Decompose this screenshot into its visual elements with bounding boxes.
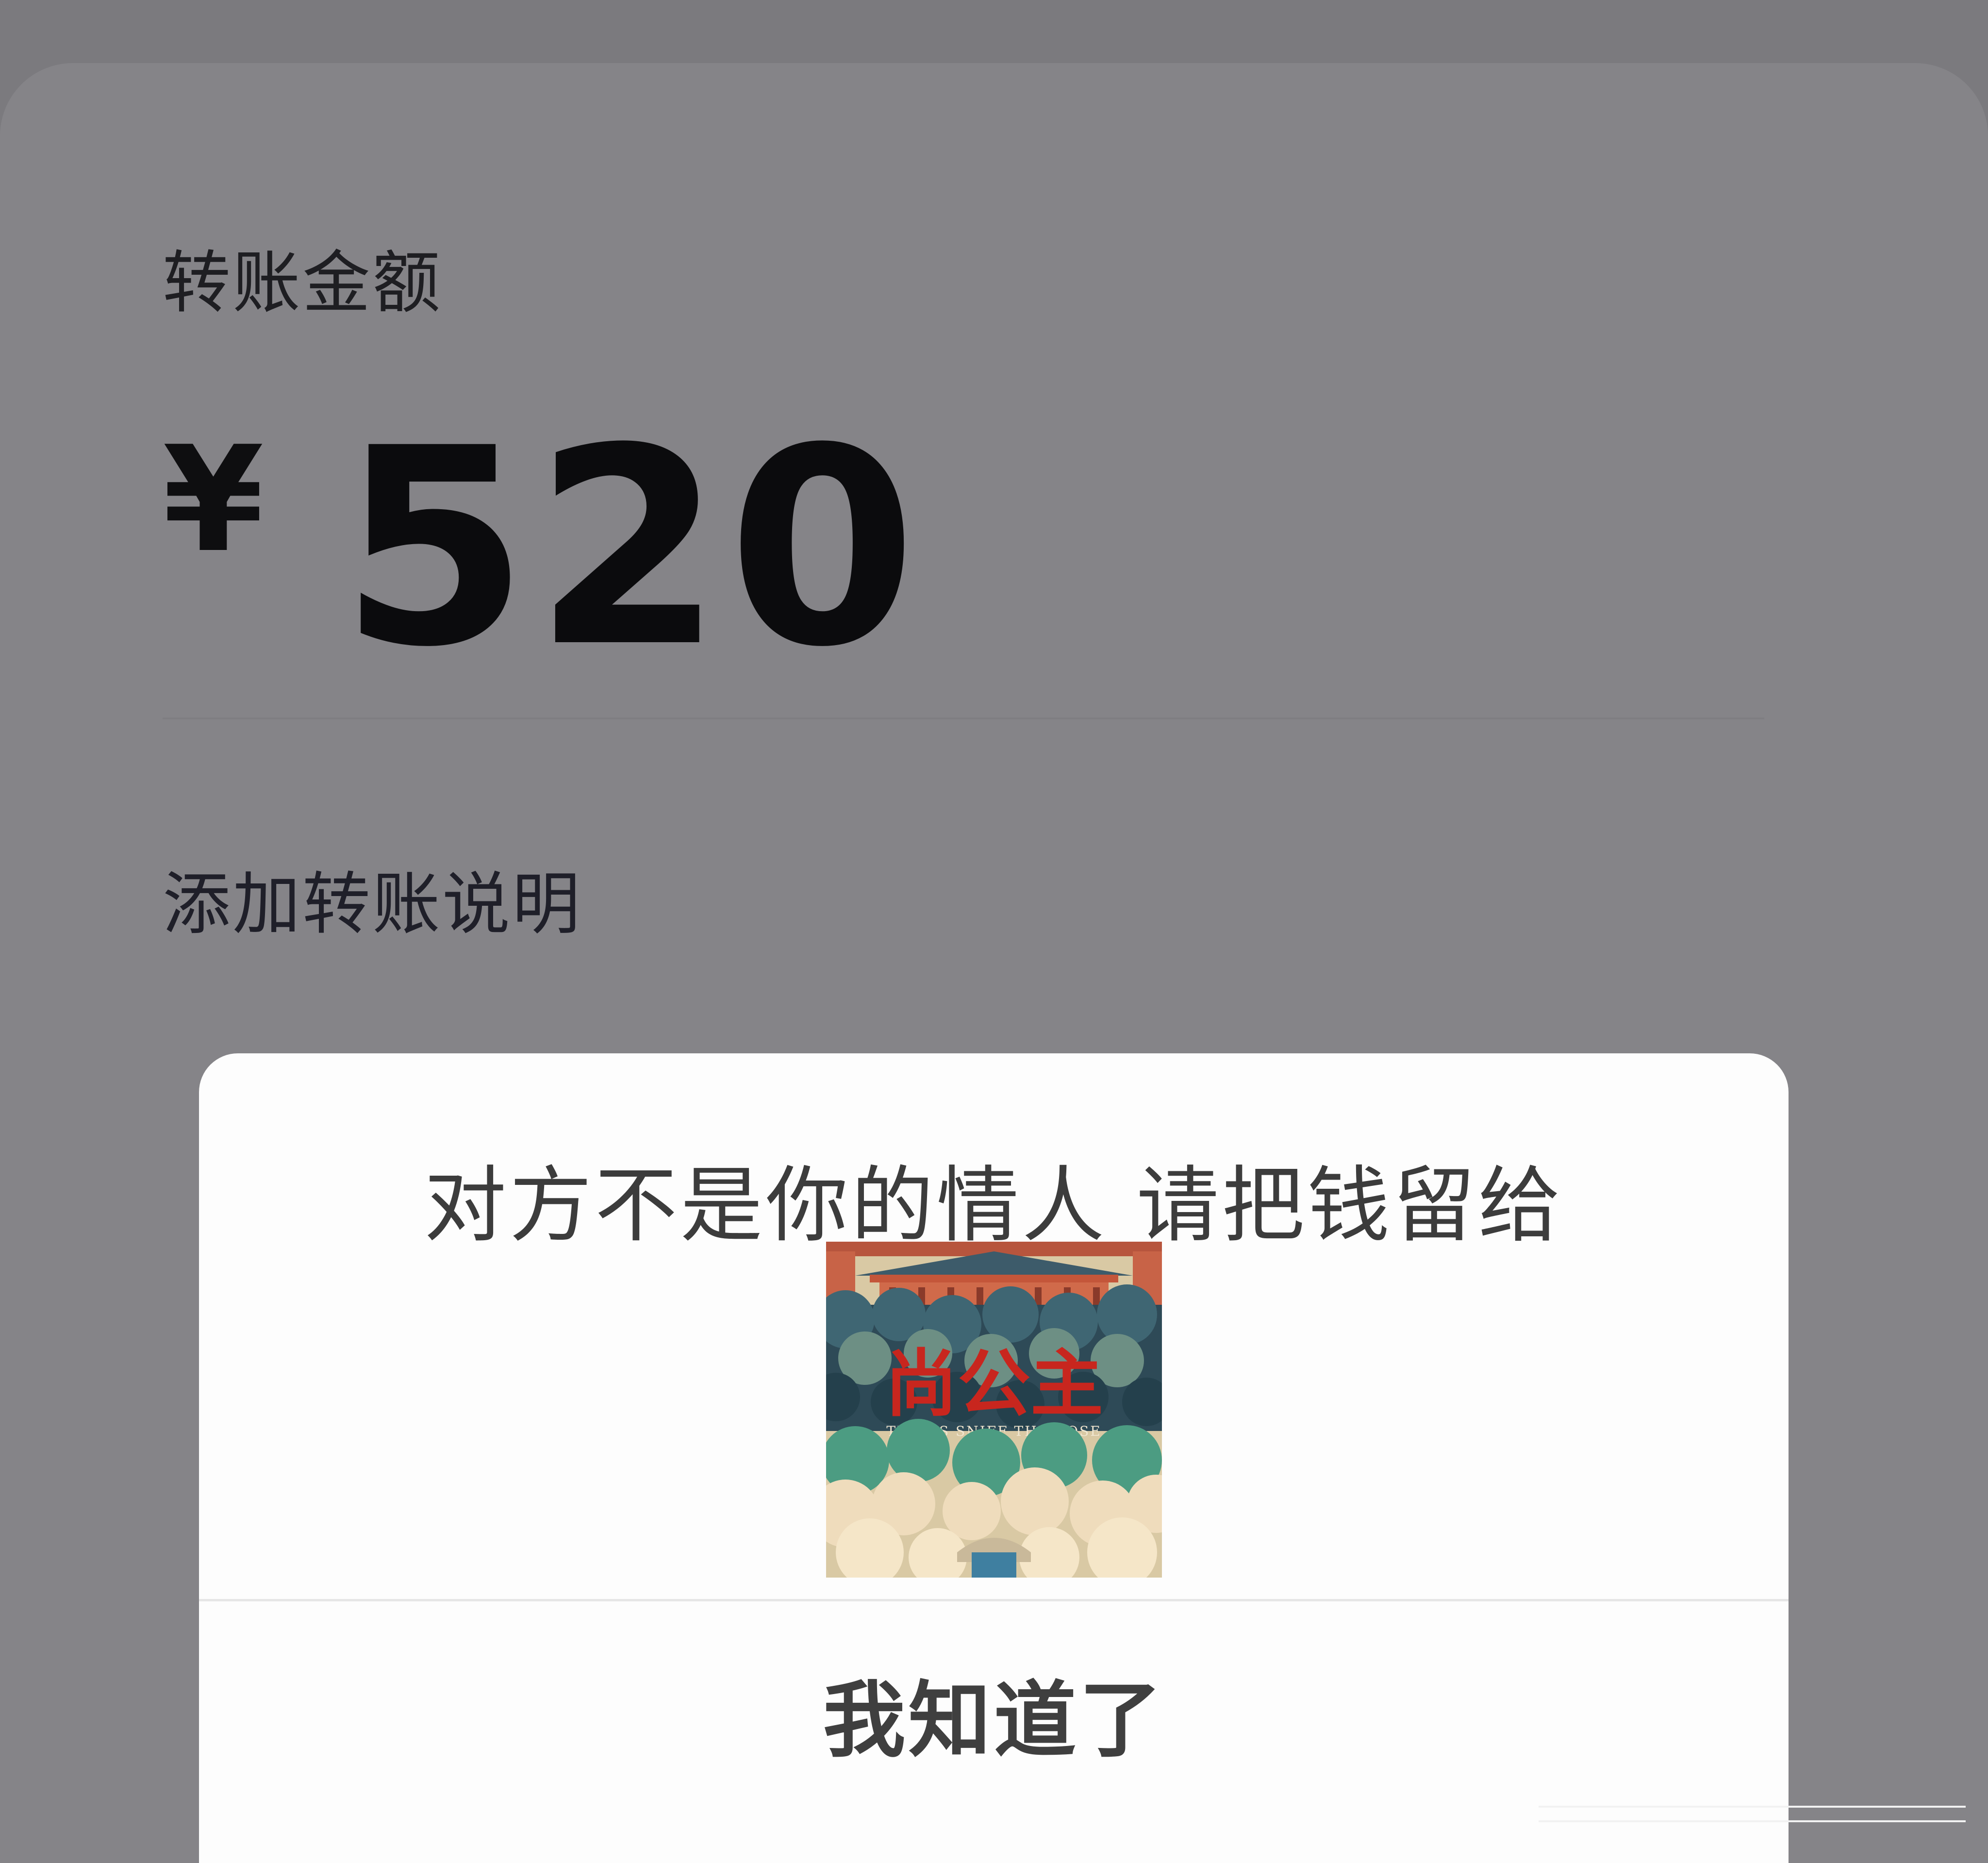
currency-symbol: ¥ xyxy=(163,415,264,584)
amount-divider xyxy=(163,717,1764,719)
amount-input[interactable]: 520 xyxy=(340,413,922,684)
watermark-lines xyxy=(1539,1806,1966,1822)
acknowledge-button-label: 我知道了 xyxy=(823,1672,1165,1769)
add-transfer-note-link[interactable]: 添加转账说明 xyxy=(163,849,582,948)
dialog-poster-image: 尚公主 TIGERS SNIFF THE ROSE xyxy=(826,1242,1162,1578)
poster-title: 尚公主 xyxy=(885,1342,1103,1427)
dialog-message: 对方不是你的情人 请把钱留给 xyxy=(424,1158,1564,1254)
amount-label: 转账金额 xyxy=(163,244,443,323)
alert-dialog: 对方不是你的情人 请把钱留给 尚公主 ROSE 我知道了 xyxy=(199,1053,1789,1863)
